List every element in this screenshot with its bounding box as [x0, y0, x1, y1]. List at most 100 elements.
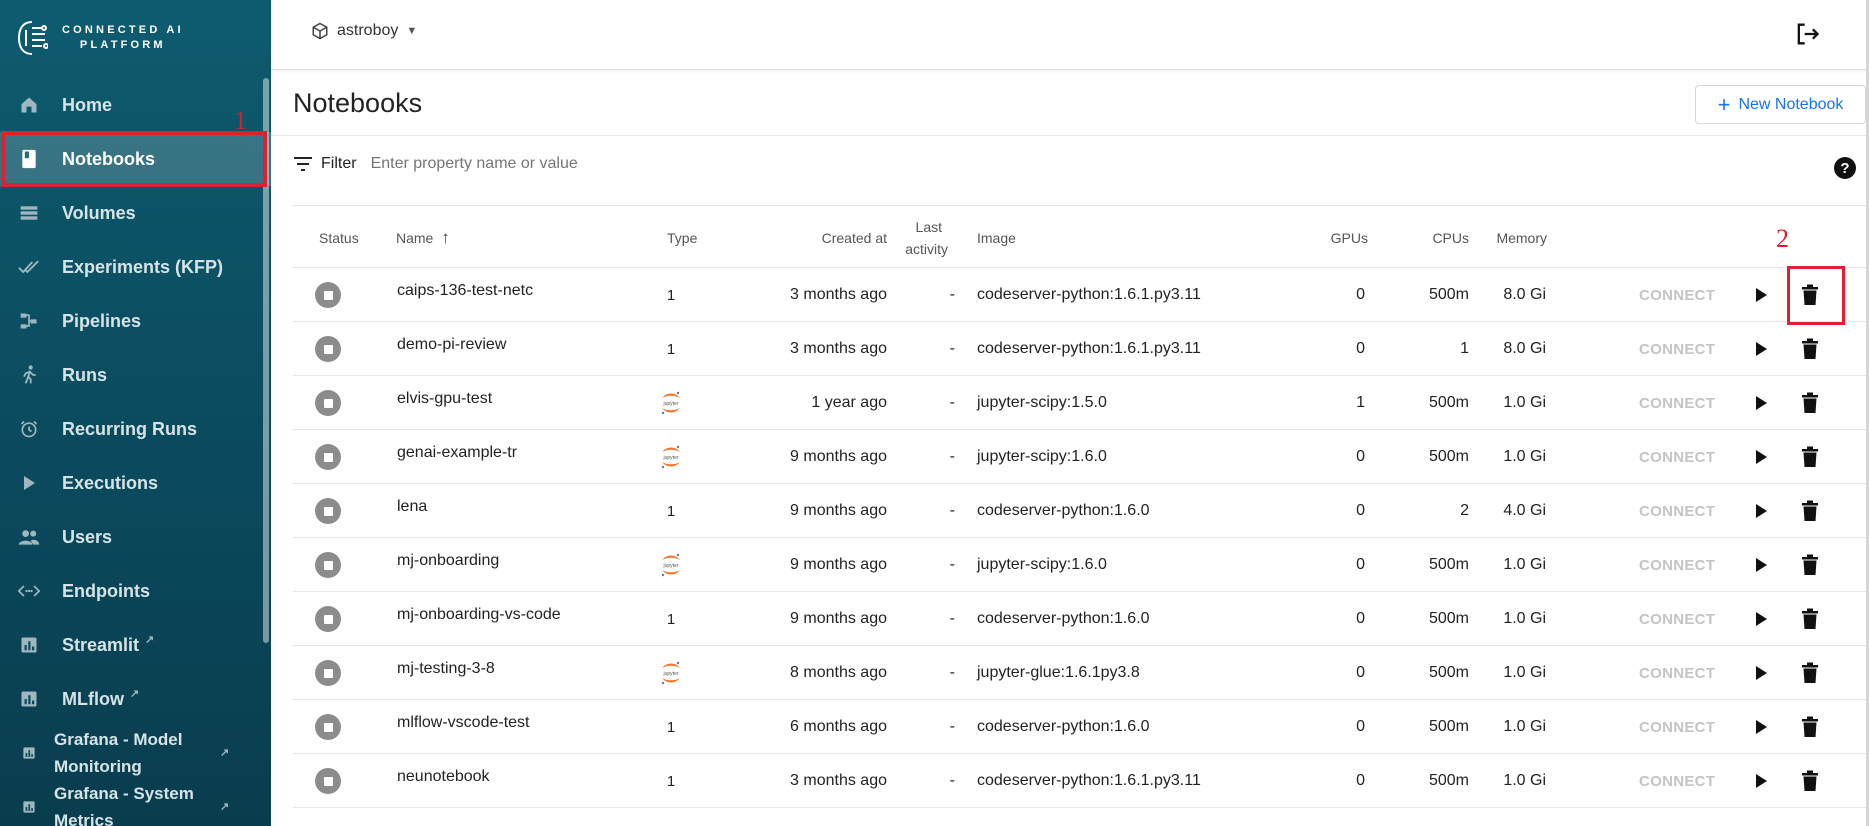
delete-button[interactable]: [1801, 592, 1819, 646]
last-activity: -: [949, 556, 955, 573]
gpus-value: 0: [1356, 340, 1365, 357]
sidebar-item-grafana-model-monitoring[interactable]: Grafana - Model Monitoring ↗: [0, 726, 271, 780]
external-link-icon: ↗: [145, 633, 155, 646]
sidebar-item-label: Recurring Runs: [62, 418, 198, 439]
table-row[interactable]: lena 1 9 months ago - codeserver-python:1.6.…: [293, 484, 1869, 538]
notebook-name[interactable]: neunotebook: [397, 750, 490, 804]
stopped-status-icon: [315, 660, 341, 686]
table-row[interactable]: genai-example-tr jupyter 9 months ago - jupy…: [293, 430, 1869, 484]
gpus-value: 0: [1356, 556, 1365, 573]
delete-button[interactable]: [1801, 322, 1819, 376]
type-cell: jupyter: [659, 538, 683, 592]
notebook-name[interactable]: lena: [397, 480, 427, 534]
start-button[interactable]: [1754, 592, 1768, 646]
connect-button[interactable]: CONNECT: [1639, 484, 1715, 538]
connect-button[interactable]: CONNECT: [1639, 592, 1715, 646]
sidebar-item-home[interactable]: Home: [0, 78, 271, 132]
delete-button[interactable]: [1801, 754, 1819, 808]
notebook-name[interactable]: elvis-gpu-test: [397, 372, 492, 426]
cpus-value: 2: [1460, 502, 1469, 519]
notebook-name[interactable]: demo-pi-review: [397, 318, 506, 372]
table-row[interactable]: mj-testing-3-8 jupyter 8 months ago - jupyte…: [293, 646, 1869, 700]
logo[interactable]: CONNECTED AI PLATFORM: [16, 18, 184, 58]
gpus-value: 0: [1356, 286, 1365, 303]
start-button[interactable]: [1754, 646, 1768, 700]
sidebar-item-runs[interactable]: Runs: [0, 348, 271, 402]
connect-button[interactable]: CONNECT: [1639, 322, 1715, 376]
jupyter-icon: jupyter: [659, 390, 683, 416]
connect-button[interactable]: CONNECT: [1639, 646, 1715, 700]
cpus-value: 500m: [1428, 286, 1469, 303]
connect-button[interactable]: CONNECT: [1639, 376, 1715, 430]
filter-input[interactable]: [370, 155, 771, 173]
sidebar-item-grafana-system-metrics[interactable]: Grafana - System Metrics ↗: [0, 780, 271, 826]
delete-button[interactable]: [1801, 700, 1819, 754]
sidebar-item-executions[interactable]: Executions: [0, 456, 271, 510]
table-row[interactable]: caips-136-test-netc 1 3 months ago - codeser…: [293, 268, 1869, 322]
notebook-name[interactable]: mj-onboarding-vs-code: [397, 588, 561, 642]
start-button[interactable]: [1754, 322, 1768, 376]
sidebar-item-endpoints[interactable]: Endpoints: [0, 564, 271, 618]
trash-icon: [1802, 392, 1818, 413]
svg-text:jupyter: jupyter: [662, 455, 678, 461]
table-row[interactable]: elvis-gpu-test jupyter 1 year ago - jupyter-…: [293, 376, 1869, 430]
sidebar-item-volumes[interactable]: Volumes: [0, 186, 271, 240]
delete-button[interactable]: [1801, 538, 1819, 592]
start-button[interactable]: [1754, 268, 1768, 322]
table-row[interactable]: mj-onboarding-vs-code 1 9 months ago - codes…: [293, 592, 1869, 646]
notebook-name[interactable]: caips-136-test-netc: [397, 264, 533, 318]
table-row[interactable]: demo-pi-review 1 3 months ago - codeserver-p…: [293, 322, 1869, 376]
logout-icon[interactable]: [1793, 20, 1821, 48]
image-name: codeserver-python:1.6.0: [977, 610, 1150, 627]
play-icon: [1756, 612, 1767, 626]
start-button[interactable]: [1754, 700, 1768, 754]
sidebar-item-label: Experiments (KFP): [62, 256, 224, 277]
col-name[interactable]: Name ↑: [396, 206, 450, 269]
delete-button[interactable]: [1801, 430, 1819, 484]
cube-icon: [312, 22, 328, 40]
filter-icon[interactable]: [293, 156, 313, 172]
memory-value: 8.0 Gi: [1503, 286, 1546, 303]
sidebar-item-streamlit[interactable]: Streamlit ↗: [0, 618, 271, 672]
start-button[interactable]: [1754, 484, 1768, 538]
delete-button[interactable]: [1801, 484, 1819, 538]
sidebar-item-recurring-runs[interactable]: Recurring Runs: [0, 402, 271, 456]
connect-button[interactable]: CONNECT: [1639, 268, 1715, 322]
notebook-name[interactable]: genai-example-tr: [397, 426, 517, 480]
start-button[interactable]: [1754, 754, 1768, 808]
connect-button[interactable]: CONNECT: [1639, 538, 1715, 592]
col-last-activity-line2: activity: [905, 240, 948, 257]
trash-icon: [1802, 770, 1818, 791]
table-row[interactable]: mlflow-vscode-test 1 6 months ago - codeserv…: [293, 700, 1869, 754]
help-icon[interactable]: ?: [1834, 157, 1856, 179]
sidebar-item-pipelines[interactable]: Pipelines: [0, 294, 271, 348]
chevron-down-icon: ▼: [406, 25, 418, 37]
sidebar-item-mlflow[interactable]: MLflow ↗: [0, 672, 271, 726]
memory-value: 4.0 Gi: [1503, 502, 1546, 519]
notebook-name[interactable]: mj-onboarding: [397, 534, 499, 588]
sidebar-item-experiments-kfp[interactable]: Experiments (KFP): [0, 240, 271, 294]
play-icon: [1756, 558, 1767, 572]
delete-button[interactable]: [1801, 376, 1819, 430]
status-cell: [315, 268, 341, 322]
col-name-label: Name: [396, 229, 434, 246]
memory-value: 1.0 Gi: [1503, 772, 1546, 789]
table-row[interactable]: neunotebook 1 3 months ago - codeserver-pyth…: [293, 754, 1869, 808]
start-button[interactable]: [1754, 376, 1768, 430]
connect-button[interactable]: CONNECT: [1639, 700, 1715, 754]
notebook-name[interactable]: mlflow-vscode-test: [397, 696, 529, 750]
last-activity: -: [949, 664, 955, 681]
trash-icon: [1802, 446, 1818, 467]
start-button[interactable]: [1754, 538, 1768, 592]
namespace-selector[interactable]: astroboy ▼: [311, 22, 417, 40]
col-last-activity: Last activity: [903, 206, 948, 269]
connect-button[interactable]: CONNECT: [1639, 430, 1715, 484]
sidebar-item-users[interactable]: Users: [0, 510, 271, 564]
start-button[interactable]: [1754, 430, 1768, 484]
table-row[interactable]: mj-onboarding jupyter 9 months ago - jupyter…: [293, 538, 1869, 592]
delete-button[interactable]: [1801, 646, 1819, 700]
new-notebook-button[interactable]: + New Notebook: [1695, 85, 1866, 124]
notebook-name[interactable]: mj-testing-3-8: [397, 642, 495, 696]
type-cell: 1: [659, 700, 683, 754]
connect-button[interactable]: CONNECT: [1639, 754, 1715, 808]
